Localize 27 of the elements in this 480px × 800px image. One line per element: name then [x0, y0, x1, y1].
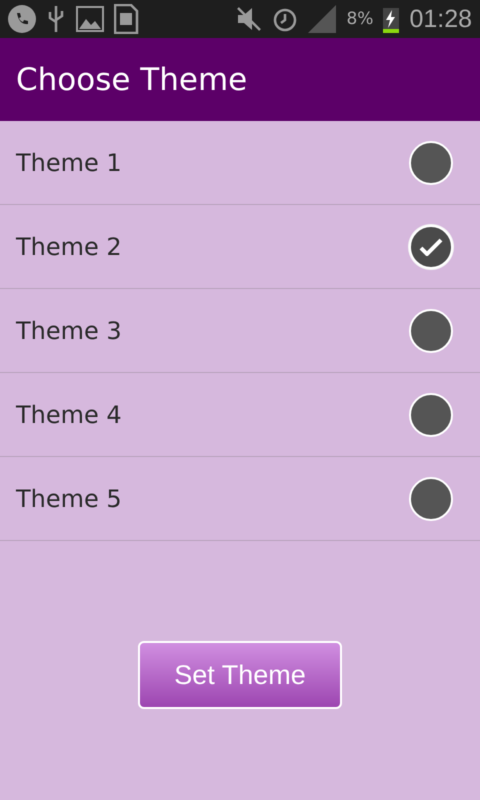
theme-label: Theme 5 [16, 484, 123, 512]
theme-label: Theme 1 [16, 148, 123, 176]
set-theme-button[interactable]: Set Theme [138, 641, 342, 709]
sd-card-icon [114, 4, 140, 34]
theme-label: Theme 4 [16, 400, 123, 428]
battery-percent: 8% [346, 9, 374, 29]
phone-icon [8, 5, 36, 33]
mute-icon [236, 6, 262, 32]
image-icon [76, 6, 104, 32]
theme-label: Theme 2 [16, 232, 123, 260]
radio-button[interactable] [409, 392, 453, 436]
theme-label: Theme 3 [16, 316, 123, 344]
battery-icon [383, 5, 400, 33]
screen-title: Choose Theme [16, 62, 248, 98]
checkmark-icon [419, 238, 443, 256]
radio-button[interactable] [409, 140, 453, 184]
theme-list-item[interactable]: Theme 1 [0, 121, 480, 205]
radio-button[interactable] [409, 476, 453, 520]
theme-list-item[interactable]: Theme 3 [0, 289, 480, 373]
theme-list-item[interactable]: Theme 2 [0, 205, 480, 289]
radio-button[interactable] [409, 308, 453, 352]
clock-time: 01:28 [409, 4, 472, 34]
radio-button[interactable] [409, 224, 453, 268]
theme-list-item[interactable]: Theme 5 [0, 457, 480, 541]
usb-icon [46, 4, 66, 34]
signal-icon [308, 5, 336, 33]
theme-list-item[interactable]: Theme 4 [0, 373, 480, 457]
